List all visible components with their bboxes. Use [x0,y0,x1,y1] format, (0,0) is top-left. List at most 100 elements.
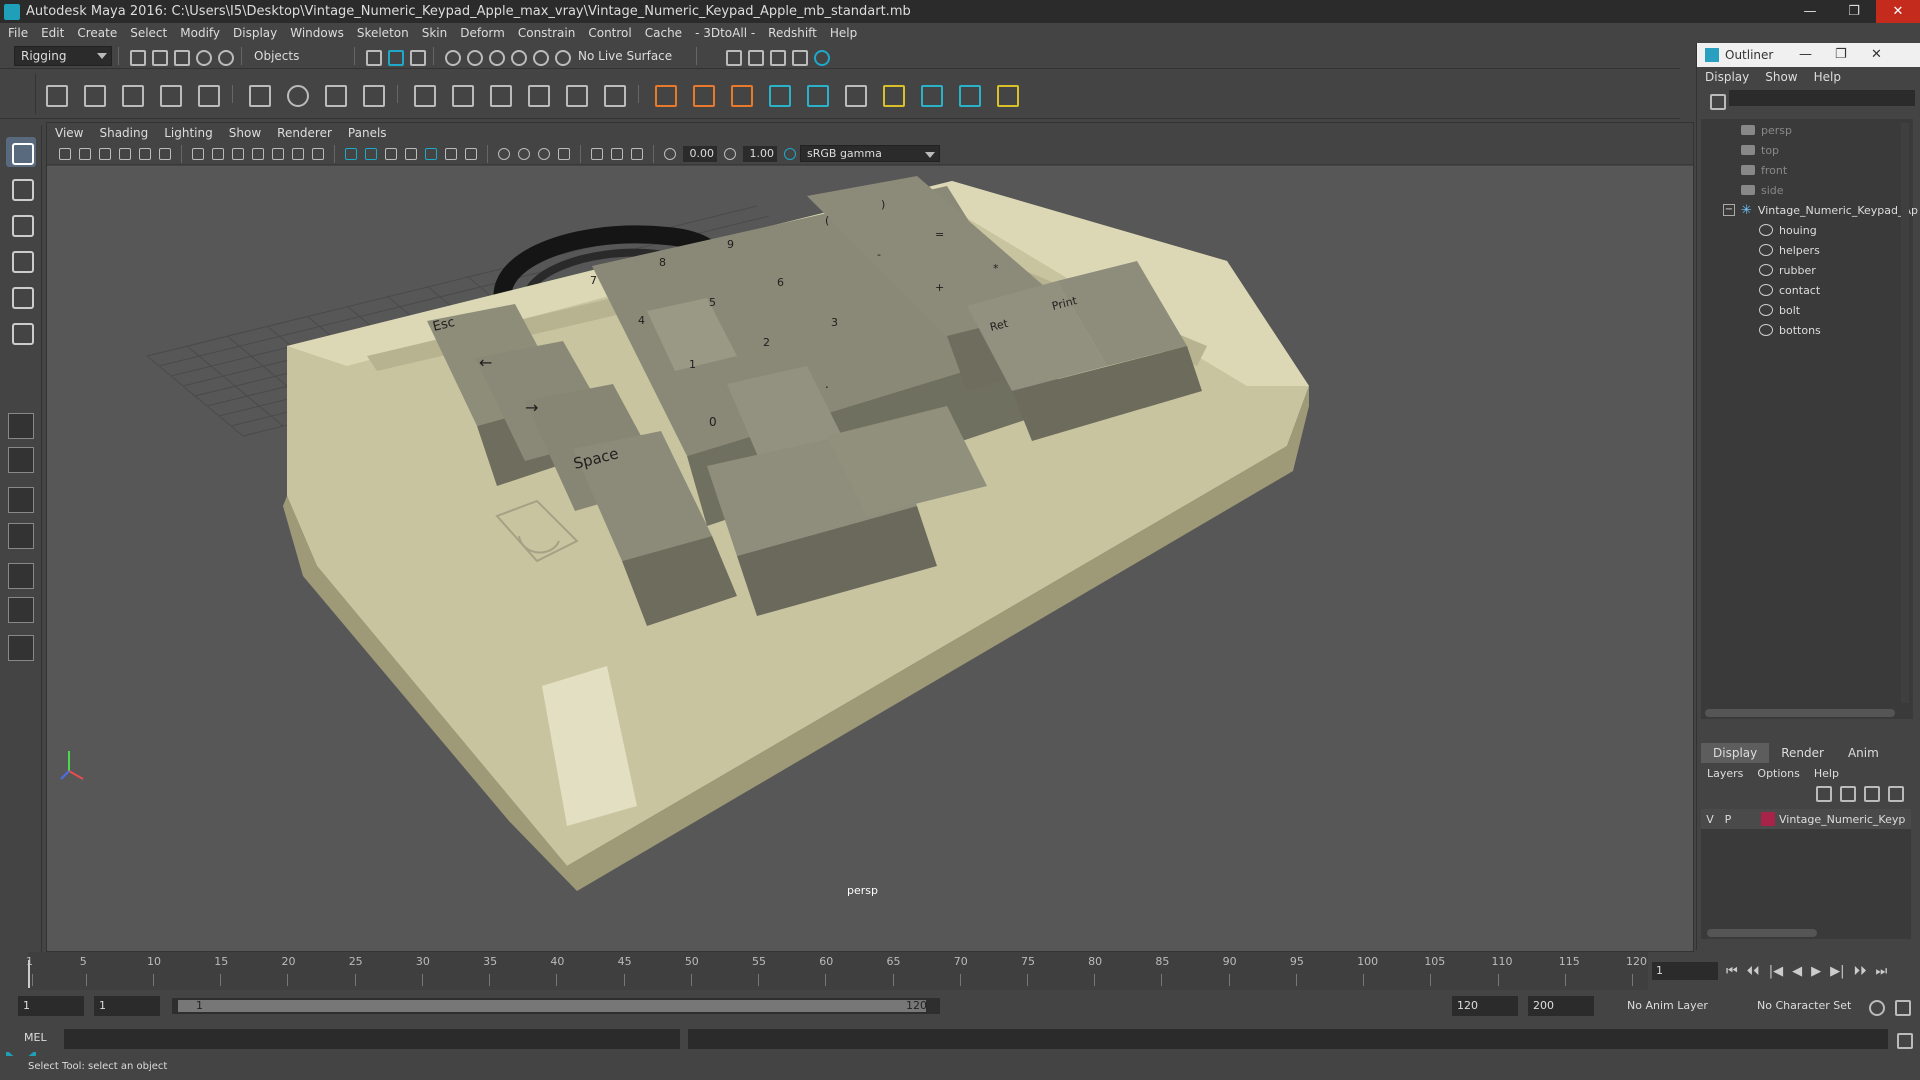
graph-editor-icon[interactable] [991,79,1021,109]
tree-item-top[interactable]: top [1741,141,1779,159]
snap-view-plane-icon[interactable] [508,47,527,66]
grid-icon[interactable] [190,146,206,162]
view-transform-dropdown[interactable]: sRGB gamma [800,145,940,162]
range-slider-handle[interactable] [178,1000,926,1012]
tree-item-side[interactable]: side [1741,181,1784,199]
auto-key-icon[interactable] [1866,997,1885,1016]
menu-edit[interactable]: Edit [41,26,64,40]
step-forward-key-button[interactable]: ⏵⏵ [1853,964,1866,979]
tree-item-persp[interactable]: persp [1741,121,1792,139]
gamma-icon[interactable] [722,146,738,162]
redo-icon[interactable] [215,47,234,66]
wireframe-icon[interactable] [343,146,359,162]
motion-blur-icon[interactable] [496,146,512,162]
panel-menu-view[interactable]: View [55,126,83,140]
menu-control[interactable]: Control [588,26,631,40]
open-scene-icon[interactable] [149,47,168,66]
shadows-icon[interactable] [443,146,459,162]
render-view-icon[interactable] [789,47,809,66]
outliner-menu-show[interactable]: Show [1765,70,1797,84]
close-button[interactable]: ✕ [1876,0,1920,23]
tree-item-houing[interactable]: houing [1759,221,1817,239]
menu-constrain[interactable]: Constrain [518,26,576,40]
select-by-object-icon[interactable] [385,47,404,66]
playback-end-field[interactable]: 120 [1452,996,1518,1016]
step-back-key-button[interactable]: ⏴⏴ [1747,964,1760,979]
time-slider-track[interactable]: 1510152025303540455055606570758085909510… [26,952,1648,990]
hypershade-layout-icon[interactable] [8,597,34,623]
anti-aliasing-icon[interactable] [516,146,532,162]
pole-vector-icon[interactable] [598,79,628,109]
character-set-dropdown[interactable]: No Character Set [1752,996,1872,1016]
gamma-field[interactable]: 1.00 [743,145,777,162]
live-surface-label[interactable]: No Live Surface [578,49,672,63]
magnet-icon[interactable] [552,47,571,66]
menu-select[interactable]: Select [130,26,167,40]
menu-windows[interactable]: Windows [290,26,344,40]
locator-icon[interactable] [649,79,679,109]
backface-culling-icon[interactable] [629,146,645,162]
hik-icon[interactable] [763,79,793,109]
menu-skin[interactable]: Skin [422,26,448,40]
menuset-dropdown[interactable]: Rigging [14,45,112,66]
animation-start-field[interactable]: 1 [18,996,84,1016]
tree-item-rubber[interactable]: rubber [1759,261,1816,279]
move-tool-icon[interactable] [6,245,36,275]
tab-display[interactable]: Display [1701,743,1770,763]
panel-menu-lighting[interactable]: Lighting [164,126,213,140]
snap-curve-icon[interactable] [464,47,483,66]
outliner-menu-display[interactable]: Display [1705,70,1749,84]
refresh-icon[interactable] [1707,91,1726,110]
tree-item-bottons[interactable]: bottons [1759,321,1821,339]
film-gate-icon[interactable] [210,146,226,162]
xray-joints-icon[interactable] [609,146,625,162]
scale-tool-icon[interactable] [6,317,36,347]
current-time-indicator[interactable] [28,960,30,988]
ambient-occlusion-icon[interactable] [463,146,479,162]
point-constraint-icon[interactable] [446,79,476,109]
smooth-shade-icon[interactable] [363,146,379,162]
snap-point-icon[interactable] [486,47,505,66]
camera-select-icon[interactable] [57,146,73,162]
safe-title-icon[interactable] [310,146,326,162]
panel-menu-renderer[interactable]: Renderer [277,126,332,140]
paint-select-tool-icon[interactable] [6,209,36,239]
layer-row[interactable]: V P Vintage_Numeric_Keyp [1701,809,1911,829]
3d-viewport[interactable]: Esc ← → Space 7 8 9 4 5 6 1 2 3 0 . ( ) … [47,166,1693,951]
orient-constraint-icon[interactable] [484,79,514,109]
use-all-lights-icon[interactable] [423,146,439,162]
render-frame-icon[interactable] [745,47,765,66]
menu-create[interactable]: Create [77,26,117,40]
play-backwards-button[interactable]: ◀ [1792,964,1802,979]
isolate-select-icon[interactable] [556,146,572,162]
ik-spline-icon[interactable] [116,79,146,109]
tree-item-bolt[interactable]: bolt [1759,301,1800,319]
move-layer-up-icon[interactable] [1813,783,1833,802]
safe-action-icon[interactable] [290,146,306,162]
collapse-icon[interactable]: − [1723,204,1735,216]
bind-skin-icon[interactable] [154,79,184,109]
layer-playback-toggle[interactable]: P [1719,813,1737,826]
outliner-close-button[interactable]: ✕ [1871,47,1882,62]
tree-item-contact[interactable]: contact [1759,281,1820,299]
layer-color-swatch[interactable] [1761,812,1775,826]
panel-menu-panels[interactable]: Panels [348,126,387,140]
menu-deform[interactable]: Deform [460,26,505,40]
set-key-icon[interactable] [725,79,755,109]
anim-layer-dropdown[interactable]: No Anim Layer [1622,996,1752,1016]
script-icon[interactable] [839,79,869,109]
four-view-layout-icon[interactable] [8,447,34,473]
undo-icon[interactable] [193,47,212,66]
outliner-horizontal-scrollbar[interactable] [1705,709,1895,717]
custom-layout-icon[interactable] [8,635,34,661]
resolution-gate-icon[interactable] [230,146,246,162]
wireframe-on-shaded-icon[interactable] [383,146,399,162]
paint-weights-icon[interactable] [192,79,222,109]
hypershade-icon[interactable] [811,47,831,66]
move-layer-down-icon[interactable] [1837,783,1857,802]
menu-redshift[interactable]: Redshift [768,26,817,40]
persp-graph-layout-icon[interactable] [8,523,34,549]
side-by-side-layout-icon[interactable] [8,487,34,513]
outliner-minimize-button[interactable]: — [1799,47,1812,62]
key-icon[interactable] [687,79,717,109]
